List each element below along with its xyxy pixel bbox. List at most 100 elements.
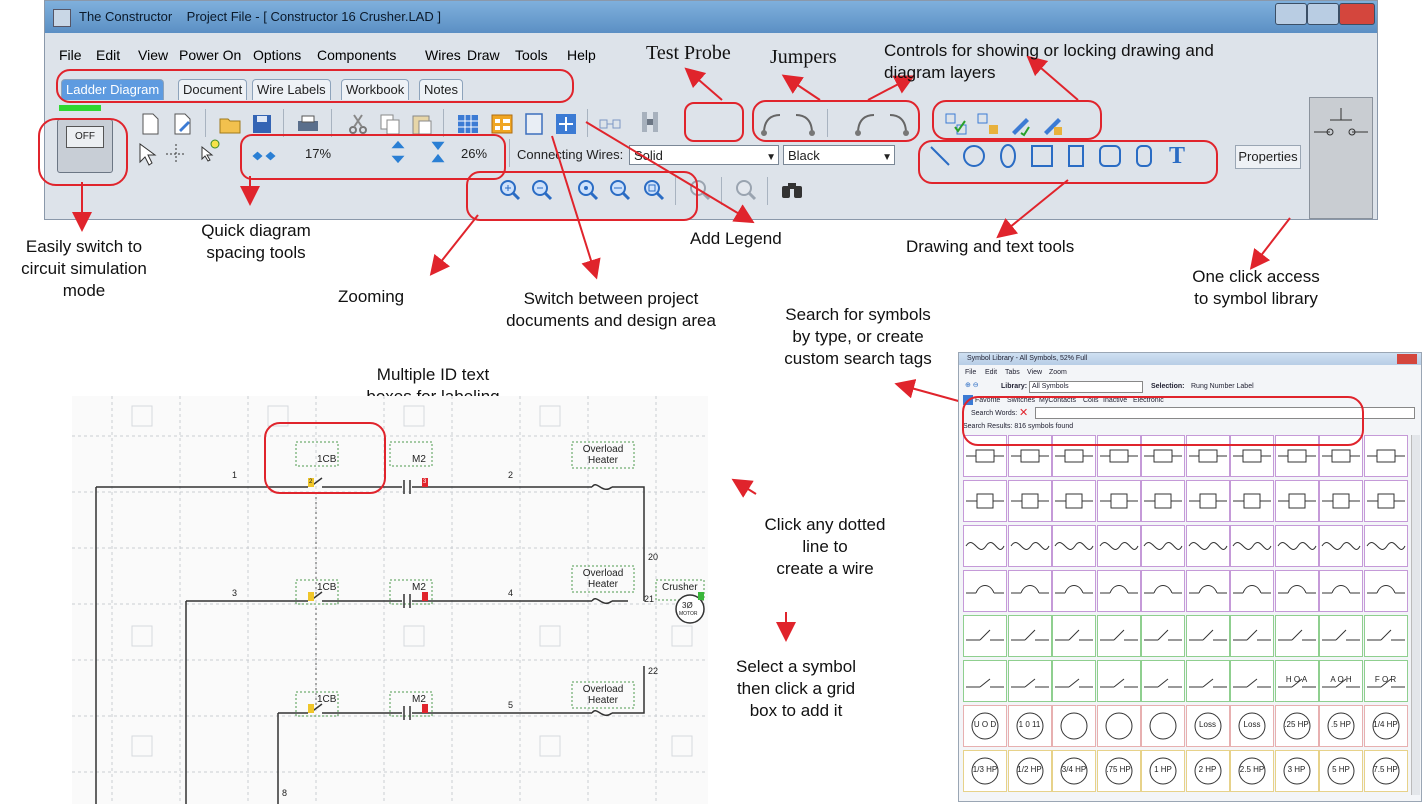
symbol-grid[interactable]: H O A A O H F O R U O D 1 0 11 Loss Loss .25 HP… — [963, 435, 1409, 799]
overload-label[interactable]: Overload Heater — [578, 568, 628, 590]
symbol-cell[interactable] — [963, 525, 1007, 567]
library-close-button[interactable] — [1397, 354, 1417, 364]
symbol-cell[interactable] — [1319, 615, 1363, 657]
symbol-cell[interactable]: 1/3 HP — [963, 750, 1007, 792]
symbol-cell[interactable] — [1274, 570, 1319, 612]
symbol-cell[interactable] — [1363, 570, 1408, 612]
symbol-cell[interactable]: F O R — [1363, 660, 1408, 702]
symbol-cell[interactable]: 3/4 HP — [1052, 750, 1096, 792]
m-label[interactable]: M2 — [412, 582, 426, 593]
symbol-cell[interactable] — [1141, 480, 1185, 522]
symbol-cell[interactable] — [1319, 480, 1363, 522]
symbol-cell[interactable]: 3 HP — [1274, 750, 1319, 792]
symbol-cell[interactable] — [1230, 570, 1274, 612]
symbol-cell[interactable] — [1230, 660, 1274, 702]
overload-label[interactable]: Overload Heater — [578, 684, 628, 706]
symbol-cell[interactable] — [1096, 570, 1141, 612]
symbol-cell[interactable] — [1096, 615, 1141, 657]
m-label[interactable]: M2 — [412, 454, 426, 465]
library-select[interactable]: All Symbols — [1029, 381, 1143, 393]
library-scrollbar[interactable] — [1411, 435, 1420, 795]
symbol-cell[interactable] — [1141, 570, 1185, 612]
symbol-cell[interactable]: 1/2 HP — [1007, 750, 1052, 792]
symbol-cell[interactable] — [1052, 525, 1096, 567]
symbol-cell[interactable] — [1185, 615, 1230, 657]
symbol-cell[interactable]: 5 HP — [1319, 750, 1363, 792]
symbol-cell[interactable]: Loss — [1185, 705, 1230, 747]
symbol-cell[interactable] — [1007, 480, 1052, 522]
symbol-cell[interactable] — [1141, 525, 1185, 567]
symbol-cell[interactable]: Loss — [1230, 705, 1274, 747]
symbol-cell[interactable] — [1052, 570, 1096, 612]
symbol-cell[interactable] — [1052, 705, 1096, 747]
symbol-cell[interactable] — [1096, 660, 1141, 702]
cb-label[interactable]: 1CB — [317, 582, 336, 593]
symbol-cell[interactable]: U O D — [963, 705, 1007, 747]
symbol-cell[interactable] — [1007, 570, 1052, 612]
symbol-cell[interactable] — [1230, 525, 1274, 567]
motor-label: 3Ø — [682, 601, 693, 610]
library-menu-tabs[interactable]: Tabs — [1005, 369, 1020, 376]
symbol-cell-label: Loss — [1199, 720, 1216, 729]
symbol-cell[interactable] — [1141, 660, 1185, 702]
symbol-glyph — [1188, 678, 1227, 688]
symbol-cell[interactable]: .75 HP — [1096, 750, 1141, 792]
m-label[interactable]: M2 — [412, 694, 426, 705]
overload-label[interactable]: Overload Heater — [578, 444, 628, 466]
symbol-cell[interactable]: .25 HP — [1274, 705, 1319, 747]
symbol-cell[interactable]: 7.5 HP — [1363, 750, 1408, 792]
symbol-cell[interactable] — [963, 660, 1007, 702]
symbol-cell[interactable] — [1185, 660, 1230, 702]
symbol-cell[interactable] — [1230, 480, 1274, 522]
symbol-cell[interactable] — [1319, 570, 1363, 612]
symbol-cell[interactable]: H O A — [1274, 660, 1319, 702]
library-menu-view[interactable]: View — [1027, 369, 1042, 376]
symbol-glyph — [1055, 493, 1093, 509]
library-menu-zoom[interactable]: Zoom — [1049, 369, 1067, 376]
symbol-cell[interactable] — [1363, 525, 1408, 567]
symbol-cell[interactable] — [963, 615, 1007, 657]
symbol-cell[interactable] — [1096, 525, 1141, 567]
symbol-cell[interactable] — [1185, 480, 1230, 522]
symbol-glyph — [1099, 629, 1138, 641]
symbol-cell[interactable] — [1007, 525, 1052, 567]
symbol-cell[interactable] — [1185, 525, 1230, 567]
symbol-cell[interactable] — [1274, 525, 1319, 567]
ladder-diagram-area[interactable]: 1CB M2 Overload Heater 1CB M2 Overload Hea… — [72, 396, 708, 804]
annotation-layers-line2: diagram layers — [884, 63, 996, 82]
symbol-cell[interactable]: 2 HP — [1185, 750, 1230, 792]
symbol-glyph — [1188, 585, 1227, 594]
symbol-cell[interactable] — [1363, 435, 1408, 477]
annotation-test-probe: Test Probe — [646, 42, 731, 64]
symbol-cell[interactable] — [963, 570, 1007, 612]
symbol-cell[interactable] — [1319, 525, 1363, 567]
symbol-cell[interactable] — [1007, 615, 1052, 657]
symbol-cell[interactable] — [1274, 480, 1319, 522]
symbol-cell[interactable] — [1363, 615, 1408, 657]
symbol-cell[interactable] — [1230, 615, 1274, 657]
symbol-cell[interactable] — [1052, 615, 1096, 657]
symbol-cell[interactable] — [1096, 705, 1141, 747]
symbol-cell[interactable] — [1141, 615, 1185, 657]
symbol-cell[interactable] — [1141, 705, 1185, 747]
symbol-cell[interactable] — [963, 480, 1007, 522]
crusher-label[interactable]: Crusher — [662, 582, 698, 593]
symbol-cell[interactable]: .5 HP — [1319, 705, 1363, 747]
symbol-cell[interactable] — [1096, 480, 1141, 522]
library-menu-edit[interactable]: Edit — [985, 369, 997, 376]
symbol-glyph — [1144, 629, 1182, 641]
symbol-cell[interactable]: A O H — [1319, 660, 1363, 702]
symbol-cell[interactable] — [1052, 480, 1096, 522]
symbol-cell[interactable] — [1363, 480, 1408, 522]
symbol-cell[interactable] — [1052, 660, 1096, 702]
symbol-cell[interactable]: 2.5 HP — [1230, 750, 1274, 792]
library-menu-file[interactable]: File — [965, 369, 976, 376]
symbol-cell[interactable]: 1 HP — [1141, 750, 1185, 792]
symbol-cell[interactable]: 1 0 11 — [1007, 705, 1052, 747]
library-zoom-icon[interactable]: ⊕ ⊖ — [965, 381, 979, 389]
symbol-cell[interactable]: 1/4 HP — [1363, 705, 1408, 747]
symbol-cell[interactable] — [1185, 570, 1230, 612]
symbol-cell[interactable] — [1007, 660, 1052, 702]
symbol-cell[interactable] — [1274, 615, 1319, 657]
cb-label[interactable]: 1CB — [317, 694, 336, 705]
